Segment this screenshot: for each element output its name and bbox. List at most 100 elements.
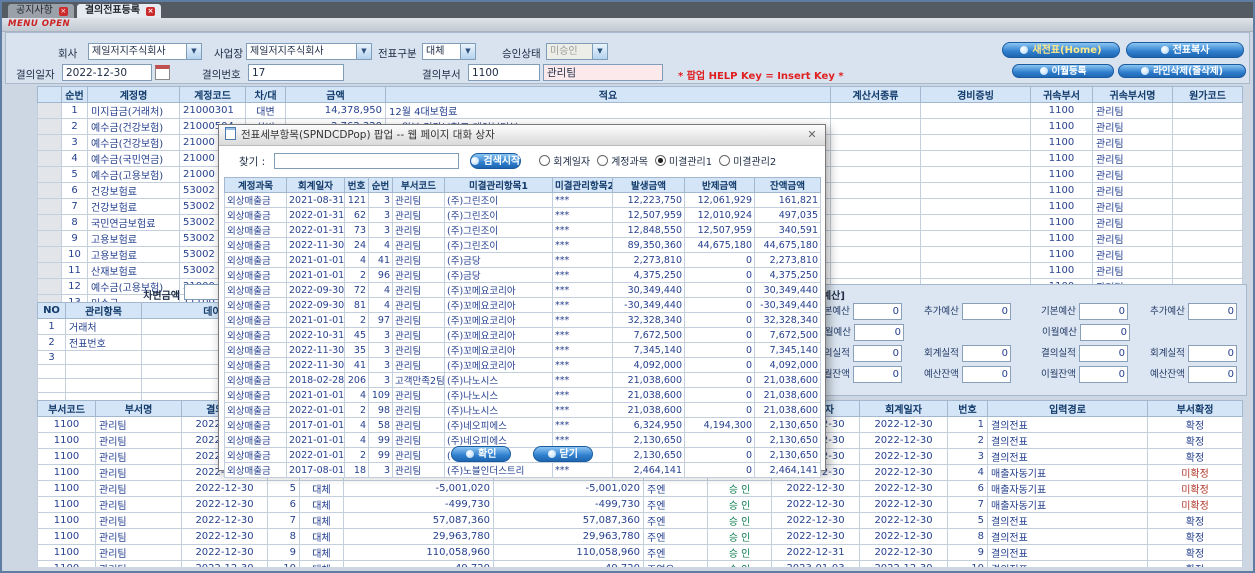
table-row[interactable]: 1100 관리팀 2022-12-30 6 대체 -499,730 -499,730 주엔 승 … <box>37 496 1243 513</box>
approve-select[interactable]: 미승인 ▼ <box>546 43 608 60</box>
cell[interactable] <box>830 134 921 151</box>
cell[interactable]: 예수금(고용보험) <box>87 166 180 183</box>
cell[interactable]: 1 <box>37 318 66 335</box>
cell[interactable]: 외상매출금 <box>224 207 287 223</box>
cell[interactable]: 관리팀 <box>1092 102 1173 119</box>
cell[interactable] <box>920 102 1031 119</box>
cell[interactable]: 관리팀 <box>392 297 445 313</box>
cell[interactable]: 2022-12-30 <box>771 480 860 497</box>
cell[interactable]: 대체 <box>299 560 344 567</box>
cell[interactable] <box>1172 102 1243 119</box>
cell[interactable]: 외상매출금 <box>224 252 287 268</box>
cell[interactable]: 관리팀 <box>392 222 445 238</box>
table-row[interactable]: 1100관리팀2022-12-3010대체49,72049,720조영우승 인2… <box>37 560 1243 567</box>
cell[interactable]: 외상매출금 <box>224 357 287 373</box>
number-input[interactable] <box>248 64 344 81</box>
cell[interactable]: 5 <box>61 166 88 183</box>
column-header[interactable]: 미결관리항목1 <box>444 177 553 193</box>
search-start-button[interactable]: 검색시작 <box>470 152 522 169</box>
cell[interactable]: 확정 <box>1147 560 1243 567</box>
field-value[interactable]: 0 <box>852 303 902 320</box>
cell[interactable]: 3 <box>947 448 988 465</box>
cell[interactable]: 41 <box>368 252 393 268</box>
cell[interactable]: 1100 <box>1030 246 1093 263</box>
cell[interactable]: 2022-12-30 <box>859 432 948 449</box>
cell[interactable] <box>830 246 921 263</box>
chevron-down-icon[interactable]: ▼ <box>186 44 201 59</box>
cell[interactable]: 2 <box>344 267 369 283</box>
column-header[interactable]: 순번 <box>61 86 88 103</box>
column-header[interactable]: 부서명 <box>95 400 182 417</box>
cell[interactable]: 관리팀 <box>1092 214 1173 231</box>
cell[interactable]: 관리팀 <box>95 496 182 513</box>
cell[interactable]: 121 <box>344 192 369 208</box>
cell[interactable]: 2022-12-30 <box>859 416 948 433</box>
cell[interactable]: 관리팀 <box>392 387 445 403</box>
cell[interactable]: 2 <box>61 118 88 135</box>
cell[interactable] <box>830 166 921 183</box>
cell[interactable] <box>920 198 1031 215</box>
cell[interactable]: 45 <box>344 327 369 343</box>
cell[interactable]: 2 <box>344 312 369 328</box>
cell[interactable]: 2022-01-01 <box>286 402 345 418</box>
cell[interactable]: 관리팀 <box>95 432 182 449</box>
tab-close-icon[interactable]: × <box>146 6 156 16</box>
table-row[interactable]: 외상매출금 2022-09-30 72 4 관리팀 (주)꼬메요코리아 *** 30,349,… <box>224 282 821 298</box>
cell[interactable]: 2022-09-30 <box>286 297 345 313</box>
carryover-button[interactable]: 이월등록 <box>1012 64 1114 78</box>
cell[interactable]: 2,273,810 <box>612 252 685 268</box>
cell[interactable]: 2022-12-30 <box>181 544 268 561</box>
cell[interactable]: 관리팀 <box>392 327 445 343</box>
cell[interactable]: 관리팀 <box>1092 182 1173 199</box>
cell[interactable]: 2022-12-30 <box>181 512 268 529</box>
cell[interactable]: (주)꼬메요코리아 <box>444 327 553 343</box>
cell[interactable]: 승 인 <box>707 480 772 497</box>
cell[interactable]: *** <box>552 462 613 478</box>
cell[interactable]: 미확정 <box>1147 464 1243 481</box>
cell[interactable]: 관리팀 <box>392 267 445 283</box>
cell[interactable]: *** <box>552 207 613 223</box>
cell[interactable]: 예수금(국민연금) <box>87 150 180 167</box>
cell[interactable]: 2 <box>37 334 66 351</box>
cell[interactable]: 결의전표 <box>987 544 1148 561</box>
cell[interactable]: 29,963,780 <box>343 528 494 545</box>
cell[interactable]: 건강보험료 <box>87 198 180 215</box>
cell[interactable]: 30,349,440 <box>612 282 685 298</box>
cell[interactable]: 6 <box>61 182 88 199</box>
cell[interactable]: 관리팀 <box>392 312 445 328</box>
table-row[interactable]: 외상매출금 2022-09-30 81 4 관리팀 (주)꼬메요코리아 *** -30,349… <box>224 297 821 313</box>
cell[interactable]: 3 <box>368 222 393 238</box>
cell[interactable]: 1100 <box>37 464 96 481</box>
cell[interactable]: 1100 <box>1030 262 1093 279</box>
cell[interactable]: 0 <box>684 387 755 403</box>
cell[interactable]: 관리팀 <box>95 512 182 529</box>
cell[interactable]: 확정 <box>1147 512 1243 529</box>
cell[interactable]: 3 <box>368 342 393 358</box>
close-icon[interactable]: ✕ <box>805 128 819 142</box>
cell[interactable]: 9 <box>947 544 988 561</box>
cell[interactable]: 외상매출금 <box>224 462 287 478</box>
cell[interactable]: 고용보험료 <box>87 230 180 247</box>
table-row[interactable]: 외상매출금 2022-10-31 45 3 관리팀 (주)꼬메요코리아 *** 7,672,5… <box>224 327 821 343</box>
column-header[interactable]: 반제금액 <box>684 177 755 193</box>
cell[interactable]: 관리팀 <box>95 448 182 465</box>
cell[interactable]: *** <box>552 297 613 313</box>
cell[interactable] <box>920 134 1031 151</box>
cell[interactable]: 10 <box>61 246 88 263</box>
cell[interactable]: 승 인 <box>707 512 772 529</box>
cell[interactable]: 12,223,750 <box>612 192 685 208</box>
cell[interactable]: (주)꼬메요코리아 <box>444 357 553 373</box>
cell[interactable]: 11 <box>61 262 88 279</box>
cell[interactable]: 1100 <box>1030 182 1093 199</box>
delete-line-button[interactable]: 라인삭제(줄삭제) <box>1118 64 1246 78</box>
cell[interactable]: 1100 <box>37 480 96 497</box>
cell[interactable]: 2,130,650 <box>754 417 821 433</box>
cell[interactable]: *** <box>552 252 613 268</box>
cell[interactable]: 6,324,950 <box>612 417 685 433</box>
cell[interactable]: 8 <box>61 214 88 231</box>
cell[interactable]: 0 <box>684 267 755 283</box>
column-header[interactable]: 잔액금액 <box>754 177 821 193</box>
table-row[interactable]: 외상매출금2018-02-282063고객만족2팀(JJ(주)나노시스***21… <box>224 372 821 388</box>
cell[interactable]: 4 <box>344 417 369 433</box>
cell[interactable]: 4,092,000 <box>612 357 685 373</box>
